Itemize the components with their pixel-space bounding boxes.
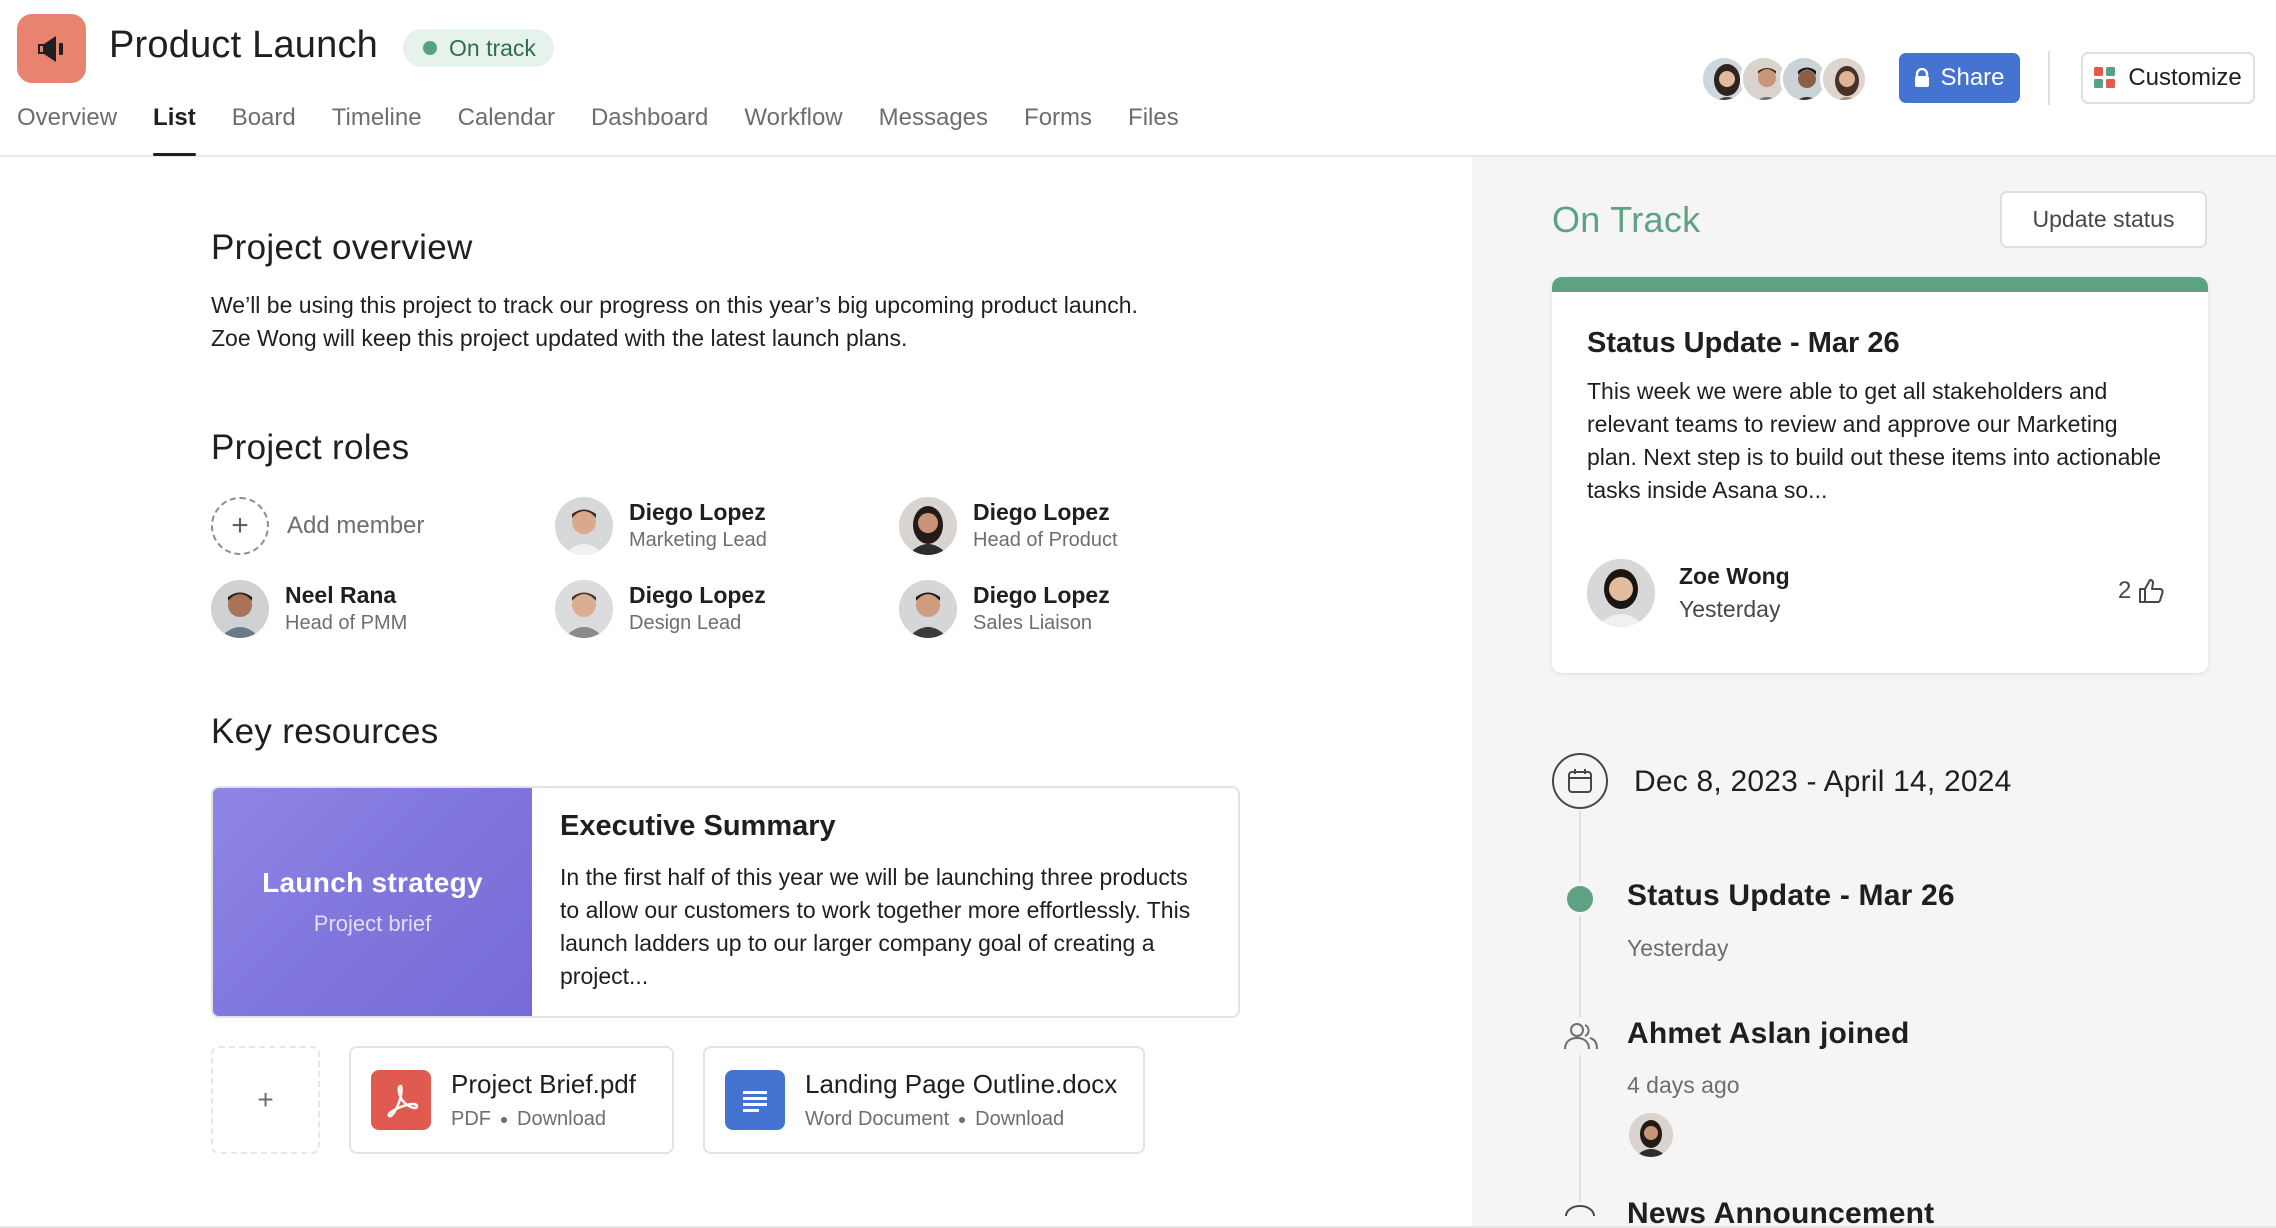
timeline-item-time: 4 days ago — [1627, 1072, 1740, 1098]
overview-line: We’ll be using this project to track our… — [211, 292, 1138, 318]
key-resources-heading: Key resources — [211, 712, 439, 751]
people-icon — [1562, 1017, 1600, 1055]
tab-dashboard[interactable]: Dashboard — [591, 104, 708, 156]
tab-messages[interactable]: Messages — [879, 104, 988, 156]
status-dot-icon — [423, 41, 437, 55]
timeline-item-title[interactable]: Status Update - Mar 26 — [1627, 879, 1955, 913]
avatar — [899, 580, 957, 638]
project-brief-card[interactable]: Launch strategy Project brief Executive … — [211, 786, 1240, 1018]
project-header: Product Launch On track Overview List Bo… — [0, 0, 2276, 157]
status-panel-title: On Track — [1552, 199, 1701, 240]
message-icon — [1562, 1202, 1600, 1228]
header-divider — [2048, 51, 2050, 105]
status-dot-icon — [1563, 882, 1597, 916]
project-date-range[interactable]: Dec 8, 2023 - April 14, 2024 — [1634, 765, 2012, 799]
separator-dot — [501, 1116, 507, 1123]
pdf-icon — [371, 1070, 431, 1130]
project-overview-heading: Project overview — [211, 228, 473, 267]
share-button[interactable]: Share — [1899, 53, 2020, 103]
member-name: Diego Lopez — [629, 499, 766, 525]
download-link[interactable]: Download — [975, 1108, 1064, 1131]
timeline-item-time: Yesterday — [1627, 935, 1729, 961]
customize-label: Customize — [2128, 64, 2242, 91]
like-button[interactable]: 2 — [2118, 577, 2165, 605]
role-member[interactable]: Neel Rana Head of PMM — [211, 580, 407, 638]
overview-line: Zoe Wong will keep this project updated … — [211, 325, 908, 351]
status-update-author: Zoe Wong Yesterday — [1587, 559, 1790, 627]
add-member-button[interactable]: + Add member — [211, 497, 424, 555]
download-link[interactable]: Download — [517, 1108, 606, 1131]
member-name: Diego Lopez — [973, 582, 1110, 608]
thumbs-up-icon — [2139, 579, 2164, 603]
calendar-icon — [1552, 753, 1608, 809]
avatar — [1587, 559, 1655, 627]
brief-thumb-subtitle: Project brief — [313, 911, 432, 936]
member-role: Sales Liaison — [973, 612, 1092, 634]
status-color-bar — [1552, 277, 2208, 292]
member-role: Design Lead — [629, 612, 742, 634]
avatar — [899, 497, 957, 555]
brief-title: Executive Summary — [560, 810, 836, 842]
author-timestamp: Yesterday — [1679, 596, 1781, 622]
tab-list[interactable]: List — [153, 104, 196, 156]
timeline-item-title[interactable]: News Announcement — [1627, 1197, 1934, 1228]
tab-workflow[interactable]: Workflow — [744, 104, 842, 156]
project-tabs: Overview List Board Timeline Calendar Da… — [17, 104, 1215, 156]
role-member[interactable]: Diego Lopez Design Lead — [555, 580, 766, 638]
tab-forms[interactable]: Forms — [1024, 104, 1092, 156]
update-status-button[interactable]: Update status — [2000, 191, 2207, 248]
author-name: Zoe Wong — [1679, 563, 1790, 589]
project-overview-description[interactable]: We’ll be using this project to track our… — [211, 289, 1261, 355]
timeline-item-title[interactable]: Ahmet Aslan joined — [1627, 1017, 1910, 1051]
file-type: PDF — [451, 1108, 491, 1130]
role-member[interactable]: Diego Lopez Sales Liaison — [899, 580, 1110, 638]
member-role: Marketing Lead — [629, 529, 767, 551]
tab-files[interactable]: Files — [1128, 104, 1179, 156]
tab-timeline[interactable]: Timeline — [332, 104, 422, 156]
avatar — [555, 497, 613, 555]
megaphone-icon[interactable] — [17, 14, 86, 83]
tab-board[interactable]: Board — [232, 104, 296, 156]
status-panel: On Track Update status Status Update - M… — [1472, 157, 2276, 1228]
tab-overview[interactable]: Overview — [17, 104, 117, 156]
avatar — [555, 580, 613, 638]
brief-thumb-title: Launch strategy — [262, 867, 483, 898]
customize-grid-icon — [2094, 67, 2116, 88]
avatar — [211, 580, 269, 638]
customize-button[interactable]: Customize — [2081, 52, 2255, 104]
file-attachment[interactable]: Project Brief.pdf PDF Download — [349, 1046, 674, 1154]
lock-icon — [1915, 68, 1930, 87]
avatar[interactable] — [1629, 1113, 1673, 1157]
plus-icon: + — [211, 497, 269, 555]
project-status-badge[interactable]: On track — [403, 29, 554, 67]
file-type: Word Document — [805, 1108, 950, 1130]
member-name: Neel Rana — [285, 582, 397, 608]
file-name: Landing Page Outline.docx — [805, 1069, 1118, 1099]
file-name: Project Brief.pdf — [451, 1069, 636, 1099]
project-roles-heading: Project roles — [211, 428, 410, 467]
share-label: Share — [1940, 64, 2005, 91]
document-icon — [725, 1070, 785, 1130]
separator-dot — [959, 1116, 966, 1123]
add-resource-button[interactable]: + — [211, 1046, 320, 1154]
project-brief-thumbnail[interactable]: Launch strategy Project brief — [213, 788, 532, 1016]
file-attachment[interactable]: Landing Page Outline.docx Word Document … — [703, 1046, 1145, 1154]
status-badge-label: On track — [449, 34, 536, 61]
tab-calendar[interactable]: Calendar — [458, 104, 555, 156]
like-count: 2 — [2118, 577, 2132, 604]
role-member[interactable]: Diego Lopez Marketing Lead — [555, 497, 767, 555]
status-update-title: Status Update - Mar 26 — [1587, 327, 1900, 359]
project-title[interactable]: Product Launch — [109, 24, 378, 67]
role-member[interactable]: Diego Lopez Head of Product — [899, 497, 1118, 555]
status-update-text: This week we were able to get all stakeh… — [1587, 378, 2162, 503]
avatar — [1820, 55, 1868, 103]
member-role: Head of PMM — [285, 612, 408, 634]
add-member-label: Add member — [287, 512, 425, 539]
project-members-avatars[interactable] — [1700, 55, 1868, 103]
member-role: Head of Product — [973, 529, 1118, 551]
brief-summary-text: In the first half of this year we will b… — [560, 864, 1191, 989]
status-update-card[interactable]: Status Update - Mar 26 This week we were… — [1552, 277, 2208, 673]
member-name: Diego Lopez — [973, 499, 1110, 525]
member-name: Diego Lopez — [629, 582, 766, 608]
